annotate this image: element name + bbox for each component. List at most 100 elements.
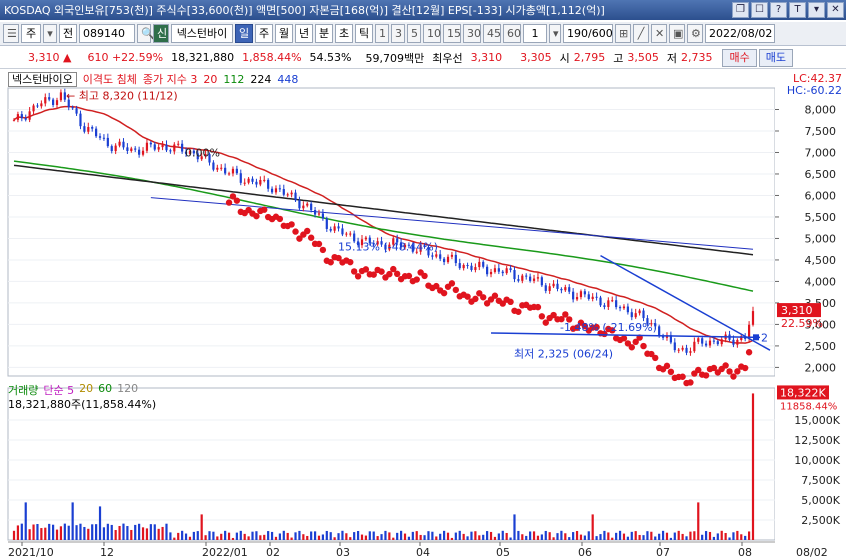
- volume-bar: [591, 514, 594, 540]
- candle-body: [583, 291, 586, 295]
- candle-body: [134, 148, 137, 150]
- buy-button[interactable]: 매수: [722, 48, 757, 67]
- volume-bar: [341, 530, 344, 540]
- gear-icon[interactable]: ⚙: [687, 24, 703, 43]
- volume-bar: [736, 530, 739, 540]
- volume-bar: [486, 531, 489, 540]
- legend-ma-title[interactable]: 종가 지수 3: [143, 71, 197, 87]
- period-minute[interactable]: 분: [315, 24, 333, 43]
- candle-body: [247, 178, 250, 183]
- period-tick[interactable]: 틱: [355, 24, 373, 43]
- volume-bar: [196, 531, 199, 540]
- chart-menu-icon[interactable]: ☰: [3, 24, 19, 43]
- candle-body: [313, 210, 317, 215]
- candle-body: [560, 288, 563, 291]
- candle-body: [751, 311, 755, 325]
- disparity-dot: [319, 246, 327, 254]
- minute-1[interactable]: 1: [375, 24, 389, 43]
- minute-45[interactable]: 45: [483, 24, 501, 43]
- save-icon[interactable]: ▣: [669, 24, 685, 43]
- data-count-field[interactable]: 190/600: [563, 24, 613, 43]
- period-month[interactable]: 월: [275, 24, 293, 43]
- candle-body: [243, 182, 246, 184]
- candle-body: [333, 226, 336, 231]
- volume-bar: [439, 533, 442, 540]
- date-field[interactable]: 2022/08/02: [705, 24, 775, 43]
- disparity-dot: [327, 259, 334, 266]
- candle-body: [525, 275, 528, 277]
- pin-icon[interactable]: T: [789, 2, 806, 18]
- period-day[interactable]: 일: [235, 24, 253, 43]
- volume-bar: [697, 502, 700, 540]
- disparity-dot: [307, 234, 315, 241]
- minute-60[interactable]: 60: [503, 24, 521, 43]
- minute-30[interactable]: 30: [463, 24, 481, 43]
- count-dropdown-icon[interactable]: ▾: [549, 24, 561, 43]
- volume-bar: [16, 525, 20, 540]
- disparity-dot: [628, 344, 635, 351]
- sell-button[interactable]: 매도: [758, 48, 793, 67]
- best-bid: 3,305: [520, 51, 552, 64]
- volume-bar: [642, 535, 645, 540]
- candle-body: [310, 203, 313, 211]
- candle-body: [59, 92, 63, 101]
- close-icon[interactable]: ✕: [827, 2, 844, 18]
- period-week[interactable]: 주: [255, 24, 273, 43]
- minute-10[interactable]: 10: [423, 24, 441, 43]
- volume-bar: [270, 531, 274, 540]
- market-dropdown-icon[interactable]: ▾: [43, 24, 57, 43]
- erase-icon[interactable]: ✕: [651, 24, 667, 43]
- legend-stock-name[interactable]: 넥스턴바이오: [8, 71, 77, 87]
- price-bar: 3,310 ▲ 610 +22.59% 18,321,880 1,858.44%…: [0, 47, 846, 69]
- search-icon[interactable]: 🔍: [137, 24, 155, 43]
- restore-icon[interactable]: ❐: [732, 2, 749, 18]
- candle-body: [509, 268, 512, 271]
- minute-5[interactable]: 5: [407, 24, 421, 43]
- market-select[interactable]: 주: [21, 24, 41, 43]
- date-label-8: 07: [656, 546, 670, 559]
- candle-body: [536, 277, 540, 279]
- candle-body: [212, 162, 215, 170]
- zoom-icon[interactable]: ⊞: [615, 24, 631, 43]
- volume-bar: [71, 502, 74, 540]
- disparity-dot: [480, 294, 487, 301]
- legend-disparity[interactable]: 이격도 침체: [83, 71, 137, 87]
- stock-chart[interactable]: 8,000 7,500 7,000 6,500 6,000 5,500 5,000 4,500…: [0, 70, 846, 560]
- candle-body: [697, 338, 700, 342]
- volume-bar: [98, 506, 102, 540]
- candle-body: [153, 144, 156, 150]
- volume-bar: [419, 534, 422, 540]
- candle-body: [521, 275, 524, 281]
- disparity-dot: [745, 349, 753, 356]
- candle-body: [302, 205, 305, 209]
- volume-bar: [247, 536, 250, 540]
- candle-body: [181, 143, 184, 152]
- volume-bar: [493, 536, 497, 540]
- candle-body: [239, 173, 242, 183]
- minute-3[interactable]: 3: [391, 24, 405, 43]
- candle-body: [267, 179, 270, 189]
- volume-bar: [669, 537, 672, 540]
- volume-bar: [744, 535, 747, 540]
- volume-bar: [87, 528, 90, 540]
- draw-line-icon[interactable]: ╱: [633, 24, 649, 43]
- period-year[interactable]: 년: [295, 24, 313, 43]
- all-button[interactable]: 전: [59, 24, 77, 43]
- candle-body: [513, 270, 516, 280]
- disparity-dot: [562, 311, 569, 318]
- price-tick-label-5: 5,500: [805, 211, 837, 224]
- stock-code-input[interactable]: 089140: [79, 24, 135, 43]
- volume-bar: [579, 534, 583, 540]
- date-label-2: 2022/01: [202, 546, 248, 559]
- volume-bar: [138, 523, 141, 540]
- help-icon[interactable]: ?: [770, 2, 787, 18]
- minute-15[interactable]: 15: [443, 24, 461, 43]
- candle-body: [52, 99, 55, 105]
- maximize-icon[interactable]: ☐: [751, 2, 768, 18]
- count-input[interactable]: 1: [523, 24, 547, 43]
- period-second[interactable]: 초: [335, 24, 353, 43]
- candle-body: [681, 347, 684, 350]
- minimize-icon[interactable]: ▾: [808, 2, 825, 18]
- stock-name-field[interactable]: 넥스턴바이: [171, 24, 233, 43]
- flat-annotation: 0.00%: [185, 146, 220, 159]
